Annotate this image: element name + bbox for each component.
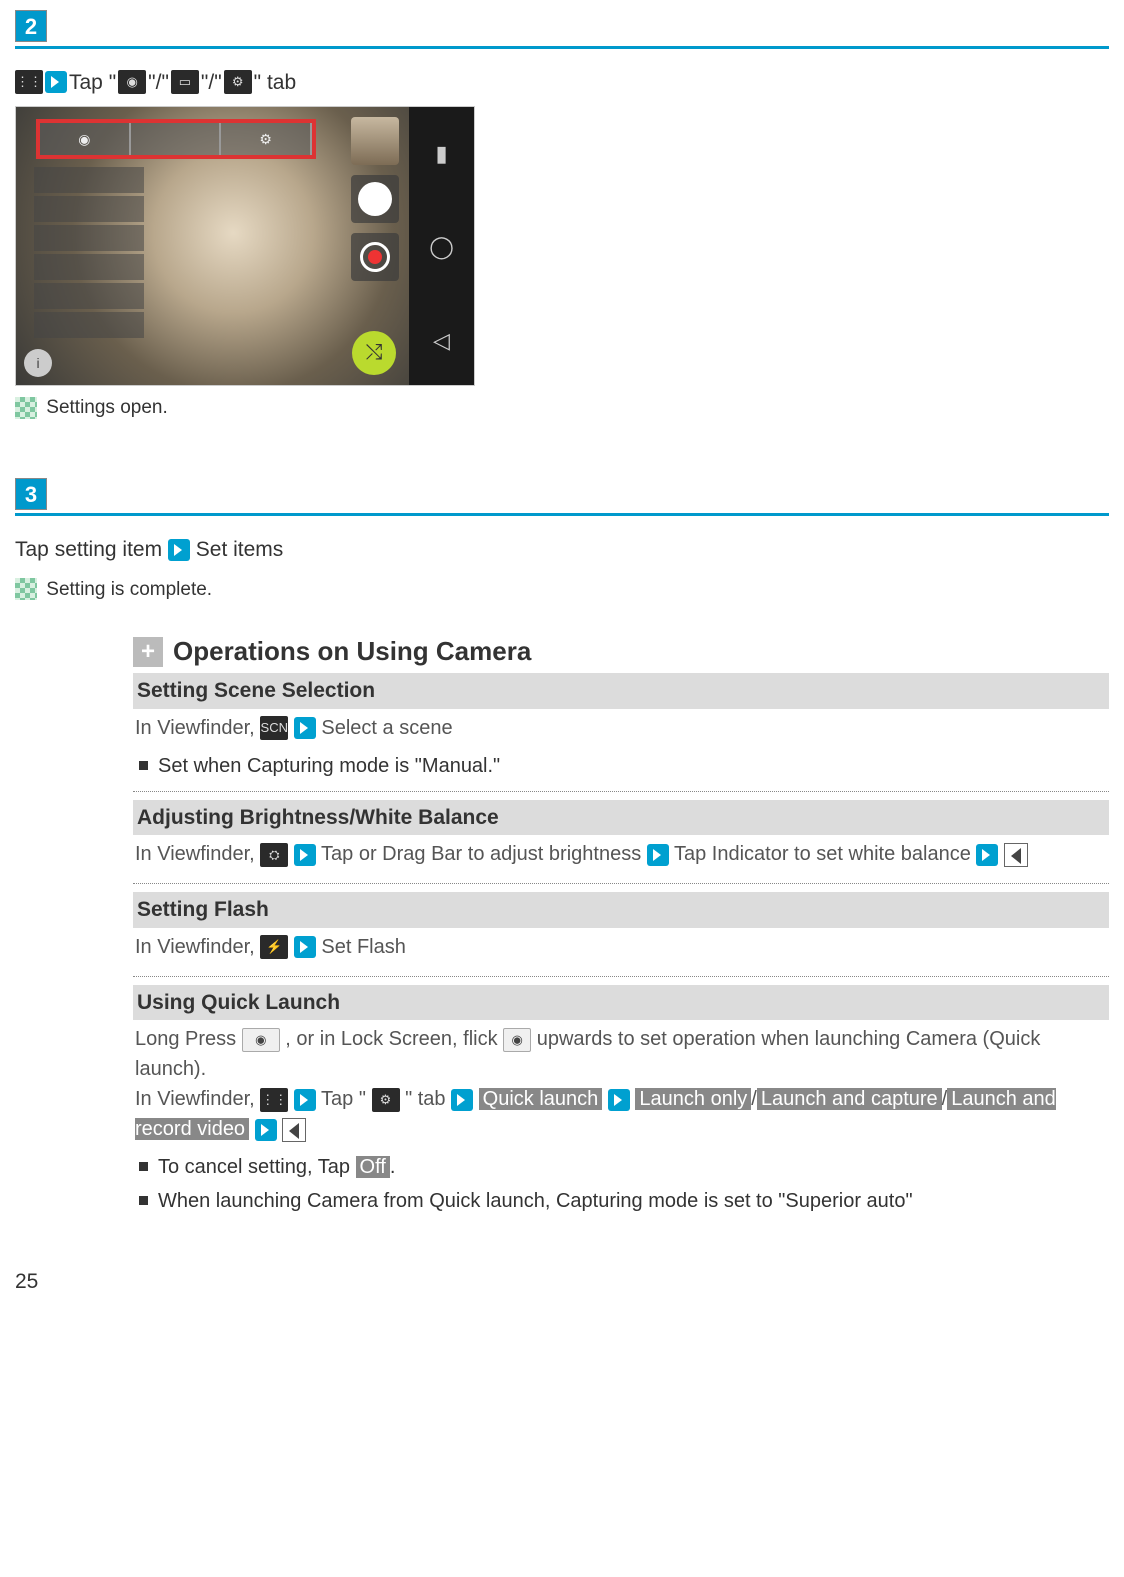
settings-icon: ⋮⋮ [260, 1088, 288, 1112]
arrow-icon [294, 717, 316, 739]
bullet: To cancel setting, Tap Off. [133, 1152, 1109, 1182]
step-rule [15, 513, 1109, 516]
gear-tab-icon: ⚙ [224, 70, 252, 94]
quick-launch-button[interactable]: Quick launch [479, 1088, 603, 1110]
step-rule [15, 46, 1109, 49]
arrow-icon [294, 844, 316, 866]
section-body: Long Press ◉ , or in Lock Screen, flick … [133, 1020, 1109, 1148]
text: Tap " [69, 67, 116, 99]
video-tab-icon: ▭ [171, 70, 199, 94]
flash-icon: ⚡ [260, 935, 288, 959]
section-title: Setting Flash [133, 892, 1109, 928]
scn-icon: SCN [260, 716, 288, 740]
page-number: 25 [15, 1266, 1109, 1298]
bullet-icon [139, 1162, 148, 1171]
settings-icon: ⋮⋮ [15, 70, 43, 94]
text: "/" [148, 67, 169, 99]
result-marker-icon [15, 578, 37, 600]
bullet: When launching Camera from Quick launch,… [133, 1186, 1109, 1216]
step-2-instruction: ⋮⋮ Tap " ◉ "/" ▭ "/" ⚙ " tab [15, 67, 1109, 99]
off-button[interactable]: Off [356, 1156, 390, 1178]
camera-key-icon: ◉ [242, 1028, 280, 1052]
back-icon [1004, 843, 1028, 867]
bullet-icon [139, 761, 148, 770]
step-3: 3 Tap setting item Set items Setting is … [15, 478, 1109, 605]
text: "/" [201, 67, 222, 99]
bullet-icon [139, 1196, 148, 1205]
arrow-icon [976, 844, 998, 866]
section-title: Adjusting Brightness/White Balance [133, 800, 1109, 836]
arrow-icon [294, 936, 316, 958]
camera-settings-screenshot: ◉⚙ ⤭ i ▮◯◁ [15, 106, 475, 386]
brightness-icon: ⛭ [260, 843, 288, 867]
heading-text: Operations on Using Camera [173, 632, 531, 671]
arrow-icon [647, 844, 669, 866]
step-2: 2 ⋮⋮ Tap " ◉ "/" ▭ "/" ⚙ " tab ◉⚙ ⤭ i ▮◯… [15, 10, 1109, 423]
result-marker-icon [15, 397, 37, 419]
operations-heading: + Operations on Using Camera [133, 632, 1109, 671]
text: " tab [254, 67, 296, 99]
section-body: In Viewfinder, ⛭ Tap or Drag Bar to adju… [133, 835, 1109, 873]
text: Set items [196, 538, 284, 561]
step-3-instruction: Tap setting item Set items [15, 534, 1109, 566]
plus-icon: + [133, 637, 163, 667]
section-scene-selection: Setting Scene Selection In Viewfinder, S… [133, 673, 1109, 792]
section-flash: Setting Flash In Viewfinder, ⚡ Set Flash [133, 892, 1109, 977]
launch-only-button[interactable]: Launch only [635, 1088, 751, 1110]
arrow-icon [168, 539, 190, 561]
step-badge-3: 3 [15, 478, 47, 510]
section-body: In Viewfinder, ⚡ Set Flash [133, 928, 1109, 966]
arrow-icon [294, 1089, 316, 1111]
arrow-icon [451, 1089, 473, 1111]
step-3-result: Setting is complete. [15, 576, 1109, 605]
camera-tab-icon: ◉ [118, 70, 146, 94]
section-body: In Viewfinder, SCN Select a scene [133, 709, 1109, 747]
arrow-icon [255, 1119, 277, 1141]
back-icon [282, 1118, 306, 1142]
step-2-result: Settings open. [15, 394, 1109, 423]
section-brightness-wb: Adjusting Brightness/White Balance In Vi… [133, 800, 1109, 885]
result-text: Settings open. [46, 397, 167, 418]
section-quick-launch: Using Quick Launch Long Press ◉ , or in … [133, 985, 1109, 1227]
launch-and-capture-button[interactable]: Launch and capture [757, 1088, 942, 1110]
result-text: Setting is complete. [46, 579, 212, 600]
gear-tab-icon: ⚙ [372, 1088, 400, 1112]
section-title: Using Quick Launch [133, 985, 1109, 1021]
camera-flick-icon: ◉ [503, 1028, 531, 1052]
step-badge-2: 2 [15, 10, 47, 42]
operations-block: Setting Scene Selection In Viewfinder, S… [133, 673, 1109, 1226]
bullet: Set when Capturing mode is "Manual." [133, 751, 1109, 781]
arrow-icon [45, 71, 67, 93]
section-title: Setting Scene Selection [133, 673, 1109, 709]
arrow-icon [608, 1089, 630, 1111]
text: Tap setting item [15, 538, 162, 561]
